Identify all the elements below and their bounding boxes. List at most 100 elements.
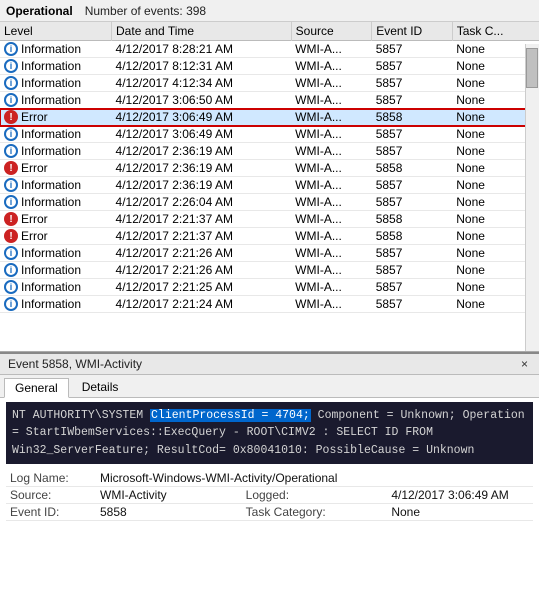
- table-row[interactable]: !Error 4/12/2017 2:21:37 AM WMI-A... 585…: [0, 228, 539, 245]
- source-cell: WMI-A...: [291, 228, 372, 245]
- level-text: Error: [21, 229, 48, 243]
- level-text: Information: [21, 144, 81, 158]
- level-text: Information: [21, 178, 81, 192]
- eventid-cell: 5857: [372, 58, 453, 75]
- level-cell: iInformation: [0, 126, 112, 143]
- info-icon: i: [4, 144, 18, 158]
- level-cell: !Error: [0, 160, 112, 177]
- table-row[interactable]: iInformation 4/12/2017 3:06:50 AM WMI-A.…: [0, 92, 539, 109]
- info-icon: i: [4, 93, 18, 107]
- detail-content-area: NT AUTHORITY\SYSTEM ClientProcessId = 47…: [0, 398, 539, 525]
- table-row[interactable]: !Error 4/12/2017 3:06:49 AM WMI-A... 585…: [0, 109, 539, 126]
- source-cell: WMI-A...: [291, 177, 372, 194]
- level-cell: iInformation: [0, 262, 112, 279]
- table-row[interactable]: iInformation 4/12/2017 2:21:25 AM WMI-A.…: [0, 279, 539, 296]
- level-cell: iInformation: [0, 279, 112, 296]
- eventid-cell: 5857: [372, 75, 453, 92]
- level-cell: iInformation: [0, 143, 112, 160]
- info-icon: i: [4, 195, 18, 209]
- level-cell: iInformation: [0, 245, 112, 262]
- eventid-cell: 5857: [372, 245, 453, 262]
- table-row[interactable]: iInformation 4/12/2017 2:36:19 AM WMI-A.…: [0, 143, 539, 160]
- datetime-cell: 4/12/2017 8:12:31 AM: [112, 58, 292, 75]
- col-task: Task C...: [452, 22, 539, 41]
- info-icon: i: [4, 42, 18, 56]
- info-icon: i: [4, 280, 18, 294]
- source-cell: WMI-A...: [291, 296, 372, 313]
- eventid-cell: 5857: [372, 296, 453, 313]
- error-icon: !: [4, 212, 18, 226]
- datetime-cell: 4/12/2017 2:36:19 AM: [112, 143, 292, 160]
- tab-general[interactable]: General: [4, 378, 69, 398]
- eventid-cell: 5858: [372, 109, 453, 126]
- events-table: Level Date and Time Source Event ID Task…: [0, 22, 539, 313]
- level-text: Information: [21, 280, 81, 294]
- table-row[interactable]: iInformation 4/12/2017 8:28:21 AM WMI-A.…: [0, 41, 539, 58]
- task-category-label: Task Category:: [242, 503, 388, 520]
- table-row[interactable]: iInformation 4/12/2017 8:12:31 AM WMI-A.…: [0, 58, 539, 75]
- eventid-cell: 5857: [372, 92, 453, 109]
- datetime-cell: 4/12/2017 3:06:49 AM: [112, 126, 292, 143]
- datetime-cell: 4/12/2017 2:21:25 AM: [112, 279, 292, 296]
- source-cell: WMI-A...: [291, 262, 372, 279]
- datetime-cell: 4/12/2017 3:06:50 AM: [112, 92, 292, 109]
- datetime-cell: 4/12/2017 4:12:34 AM: [112, 75, 292, 92]
- task-category-value: None: [387, 503, 533, 520]
- table-row[interactable]: iInformation 4/12/2017 2:21:26 AM WMI-A.…: [0, 262, 539, 279]
- detail-message-box: NT AUTHORITY\SYSTEM ClientProcessId = 47…: [6, 402, 533, 464]
- table-body: iInformation 4/12/2017 8:28:21 AM WMI-A.…: [0, 41, 539, 313]
- level-cell: iInformation: [0, 41, 112, 58]
- detail-fields-table: Log Name: Microsoft-Windows-WMI-Activity…: [6, 470, 533, 521]
- logged-label: Logged:: [242, 486, 388, 503]
- datetime-cell: 4/12/2017 2:21:26 AM: [112, 245, 292, 262]
- table-row[interactable]: iInformation 4/12/2017 3:06:49 AM WMI-A.…: [0, 126, 539, 143]
- detail-close-button[interactable]: ×: [518, 357, 531, 371]
- level-text: Information: [21, 127, 81, 141]
- datetime-cell: 4/12/2017 8:28:21 AM: [112, 41, 292, 58]
- table-row[interactable]: iInformation 4/12/2017 2:36:19 AM WMI-A.…: [0, 177, 539, 194]
- source-cell: WMI-A...: [291, 279, 372, 296]
- info-icon: i: [4, 246, 18, 260]
- datetime-cell: 4/12/2017 2:21:37 AM: [112, 211, 292, 228]
- level-cell: !Error: [0, 228, 112, 245]
- source-cell: WMI-A...: [291, 75, 372, 92]
- tab-details[interactable]: Details: [71, 377, 130, 397]
- table-row[interactable]: !Error 4/12/2017 2:36:19 AM WMI-A... 585…: [0, 160, 539, 177]
- col-level: Level: [0, 22, 112, 41]
- level-text: Error: [21, 110, 48, 124]
- source-cell: WMI-A...: [291, 109, 372, 126]
- table-row[interactable]: !Error 4/12/2017 2:21:37 AM WMI-A... 585…: [0, 211, 539, 228]
- message-before: NT AUTHORITY\SYSTEM: [12, 409, 150, 422]
- level-cell: iInformation: [0, 194, 112, 211]
- table-row[interactable]: iInformation 4/12/2017 2:26:04 AM WMI-A.…: [0, 194, 539, 211]
- operational-title: Operational: [6, 4, 73, 18]
- scrollbar-thumb[interactable]: [526, 48, 538, 88]
- table-row[interactable]: iInformation 4/12/2017 2:21:24 AM WMI-A.…: [0, 296, 539, 313]
- level-text: Information: [21, 246, 81, 260]
- eventid-cell: 5857: [372, 126, 453, 143]
- table-row[interactable]: iInformation 4/12/2017 2:21:26 AM WMI-A.…: [0, 245, 539, 262]
- source-cell: WMI-A...: [291, 92, 372, 109]
- datetime-cell: 4/12/2017 2:26:04 AM: [112, 194, 292, 211]
- event-count: Number of events: 398: [85, 4, 206, 18]
- level-cell: iInformation: [0, 92, 112, 109]
- eventid-cell: 5857: [372, 143, 453, 160]
- event-id-label: Event ID:: [6, 503, 96, 520]
- logged-value: 4/12/2017 3:06:49 AM: [387, 486, 533, 503]
- col-datetime: Date and Time: [112, 22, 292, 41]
- info-icon: i: [4, 263, 18, 277]
- table-row[interactable]: iInformation 4/12/2017 4:12:34 AM WMI-A.…: [0, 75, 539, 92]
- info-icon: i: [4, 297, 18, 311]
- message-highlight: ClientProcessId = 4704;: [150, 409, 311, 422]
- scrollbar[interactable]: [525, 44, 539, 351]
- error-icon: !: [4, 110, 18, 124]
- source-cell: WMI-A...: [291, 126, 372, 143]
- level-text: Information: [21, 195, 81, 209]
- level-text: Information: [21, 42, 81, 56]
- level-text: Information: [21, 263, 81, 277]
- table-header-row: Level Date and Time Source Event ID Task…: [0, 22, 539, 41]
- datetime-cell: 4/12/2017 3:06:49 AM: [112, 109, 292, 126]
- table-container: Level Date and Time Source Event ID Task…: [0, 22, 539, 352]
- source-cell: WMI-A...: [291, 41, 372, 58]
- source-cell: WMI-A...: [291, 58, 372, 75]
